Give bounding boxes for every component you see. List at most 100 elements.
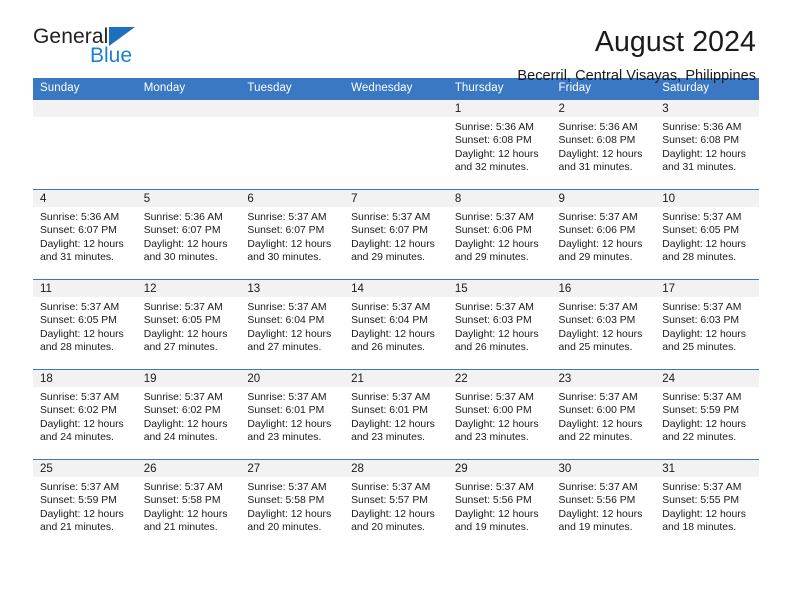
calendar-cell-day-1[interactable]: 1 Sunrise: 5:36 AM Sunset: 6:08 PM Daylight… xyxy=(447,99,552,190)
daylight-text-line1: Daylight: 12 hours xyxy=(143,328,228,340)
day-details: Sunrise: 5:37 AM Sunset: 6:05 PM Daylight:… xyxy=(33,297,137,355)
title-block: August 2024 Becerril, Central Visayas, P… xyxy=(517,26,759,84)
daylight-text-line2: and 29 minutes. xyxy=(351,252,426,264)
calendar-cell-day-30[interactable]: 30 Sunrise: 5:37 AM Sunset: 5:56 PM Dayligh… xyxy=(551,459,656,550)
daylight-text-line2: and 26 minutes. xyxy=(454,342,529,354)
day-number xyxy=(344,100,448,117)
calendar-cell-day-19[interactable]: 19 Sunrise: 5:37 AM Sunset: 6:02 PM Dayligh… xyxy=(136,369,241,460)
daylight-text-line1: Daylight: 12 hours xyxy=(662,508,746,520)
sunrise-text: Sunrise: 5:37 AM xyxy=(662,212,742,223)
day-number: 7 xyxy=(344,190,448,207)
weekday-header-monday: Monday xyxy=(136,78,241,100)
daylight-text-line2: and 28 minutes. xyxy=(662,252,737,264)
day-details: Sunrise: 5:37 AM Sunset: 6:03 PM Daylight:… xyxy=(655,297,759,355)
calendar-cell-day-6[interactable]: 6 Sunrise: 5:37 AM Sunset: 6:07 PM Daylight… xyxy=(240,189,345,280)
calendar-cell-day-9[interactable]: 9 Sunrise: 5:37 AM Sunset: 6:06 PM Daylight… xyxy=(551,189,656,280)
day-details: Sunrise: 5:37 AM Sunset: 5:55 PM Daylight:… xyxy=(655,477,759,535)
calendar-cell-day-20[interactable]: 20 Sunrise: 5:37 AM Sunset: 6:01 PM Dayligh… xyxy=(240,369,345,460)
calendar-cell-day-27[interactable]: 27 Sunrise: 5:37 AM Sunset: 5:58 PM Dayligh… xyxy=(240,459,345,550)
day-number xyxy=(240,100,345,117)
daylight-text-line2: and 22 minutes. xyxy=(558,432,633,444)
sunrise-text: Sunrise: 5:37 AM xyxy=(558,212,638,223)
calendar-cell-day-26[interactable]: 26 Sunrise: 5:37 AM Sunset: 5:58 PM Dayligh… xyxy=(136,459,241,550)
daylight-text-line1: Daylight: 12 hours xyxy=(558,418,643,430)
day-number xyxy=(136,100,241,117)
day-details: Sunrise: 5:37 AM Sunset: 6:05 PM Daylight:… xyxy=(655,207,759,265)
calendar-week-row: 11 Sunrise: 5:37 AM Sunset: 6:05 PM Dayligh… xyxy=(33,279,759,370)
day-number: 14 xyxy=(344,280,448,297)
day-number: 5 xyxy=(136,190,241,207)
calendar-cell-day-28[interactable]: 28 Sunrise: 5:37 AM Sunset: 5:57 PM Dayligh… xyxy=(344,459,448,550)
calendar-cell-day-3[interactable]: 3 Sunrise: 5:36 AM Sunset: 6:08 PM Daylight… xyxy=(655,99,759,190)
calendar-cell-day-10[interactable]: 10 Sunrise: 5:37 AM Sunset: 6:05 PM Dayligh… xyxy=(655,189,759,280)
daylight-text-line2: and 30 minutes. xyxy=(143,252,218,264)
calendar-cell-day-4[interactable]: 4 Sunrise: 5:36 AM Sunset: 6:07 PM Daylight… xyxy=(33,189,137,280)
calendar-cell-day-29[interactable]: 29 Sunrise: 5:37 AM Sunset: 5:56 PM Dayligh… xyxy=(447,459,552,550)
sunrise-text: Sunrise: 5:37 AM xyxy=(40,302,120,313)
day-number: 21 xyxy=(344,370,448,387)
sunrise-text: Sunrise: 5:37 AM xyxy=(143,482,223,493)
logo-blue-text: Blue xyxy=(90,44,133,67)
calendar-cell-day-14[interactable]: 14 Sunrise: 5:37 AM Sunset: 6:04 PM Dayligh… xyxy=(344,279,448,370)
day-number xyxy=(33,100,137,117)
day-number: 3 xyxy=(655,100,759,117)
day-details: Sunrise: 5:36 AM Sunset: 6:08 PM Daylight:… xyxy=(552,117,656,175)
daylight-text-line2: and 28 minutes. xyxy=(40,342,114,354)
calendar-cell-day-22[interactable]: 22 Sunrise: 5:37 AM Sunset: 6:00 PM Dayligh… xyxy=(447,369,552,460)
daylight-text-line1: Daylight: 12 hours xyxy=(454,418,539,430)
calendar-cell-day-5[interactable]: 5 Sunrise: 5:36 AM Sunset: 6:07 PM Daylight… xyxy=(136,189,241,280)
day-details: Sunrise: 5:37 AM Sunset: 5:58 PM Daylight:… xyxy=(137,477,241,535)
day-number: 13 xyxy=(240,280,345,297)
calendar-cell-day-25[interactable]: 25 Sunrise: 5:37 AM Sunset: 5:59 PM Dayligh… xyxy=(33,459,137,550)
weekday-header-tuesday: Tuesday xyxy=(240,78,345,100)
weekday-header-sunday: Sunday xyxy=(33,78,137,100)
calendar-cell-day-17[interactable]: 17 Sunrise: 5:37 AM Sunset: 6:03 PM Dayligh… xyxy=(655,279,759,370)
daylight-text-line2: and 29 minutes. xyxy=(558,252,633,264)
daylight-text-line1: Daylight: 12 hours xyxy=(40,328,124,340)
daylight-text-line2: and 31 minutes. xyxy=(40,252,114,264)
calendar-week-row: 18 Sunrise: 5:37 AM Sunset: 6:02 PM Dayligh… xyxy=(33,369,759,460)
day-details: Sunrise: 5:37 AM Sunset: 6:05 PM Daylight:… xyxy=(137,297,241,355)
sunrise-text: Sunrise: 5:36 AM xyxy=(662,122,742,133)
calendar-cell-day-16[interactable]: 16 Sunrise: 5:37 AM Sunset: 6:03 PM Dayligh… xyxy=(551,279,656,370)
daylight-text-line1: Daylight: 12 hours xyxy=(351,238,435,250)
day-details: Sunrise: 5:37 AM Sunset: 5:56 PM Daylight:… xyxy=(448,477,552,535)
daylight-text-line1: Daylight: 12 hours xyxy=(143,508,228,520)
calendar-cell-day-15[interactable]: 15 Sunrise: 5:37 AM Sunset: 6:03 PM Dayligh… xyxy=(447,279,552,370)
sunset-text: Sunset: 6:04 PM xyxy=(247,315,325,327)
daylight-text-line1: Daylight: 12 hours xyxy=(143,418,228,430)
daylight-text-line2: and 19 minutes. xyxy=(558,522,633,534)
sunrise-text: Sunrise: 5:37 AM xyxy=(40,392,120,403)
calendar-cell-day-11[interactable]: 11 Sunrise: 5:37 AM Sunset: 6:05 PM Dayligh… xyxy=(33,279,137,370)
day-number: 23 xyxy=(551,370,656,387)
day-details: Sunrise: 5:37 AM Sunset: 6:06 PM Daylight:… xyxy=(448,207,552,265)
sunrise-text: Sunrise: 5:37 AM xyxy=(662,302,742,313)
sunset-text: Sunset: 6:06 PM xyxy=(454,225,532,237)
sunset-text: Sunset: 6:05 PM xyxy=(143,315,221,327)
sunrise-text: Sunrise: 5:37 AM xyxy=(558,482,638,493)
calendar-cell-day-13[interactable]: 13 Sunrise: 5:37 AM Sunset: 6:04 PM Dayligh… xyxy=(240,279,345,370)
daylight-text-line1: Daylight: 12 hours xyxy=(454,328,539,340)
calendar-cell-day-23[interactable]: 23 Sunrise: 5:37 AM Sunset: 6:00 PM Dayligh… xyxy=(551,369,656,460)
calendar-cell-day-8[interactable]: 8 Sunrise: 5:37 AM Sunset: 6:06 PM Daylight… xyxy=(447,189,552,280)
daylight-text-line2: and 20 minutes. xyxy=(247,522,322,534)
daylight-text-line1: Daylight: 12 hours xyxy=(40,508,124,520)
day-number: 6 xyxy=(240,190,345,207)
daylight-text-line1: Daylight: 12 hours xyxy=(454,508,539,520)
day-details: Sunrise: 5:36 AM Sunset: 6:08 PM Daylight:… xyxy=(448,117,552,175)
daylight-text-line2: and 18 minutes. xyxy=(662,522,737,534)
calendar-cell-day-18[interactable]: 18 Sunrise: 5:37 AM Sunset: 6:02 PM Dayligh… xyxy=(33,369,137,460)
calendar-cell-day-31[interactable]: 31 Sunrise: 5:37 AM Sunset: 5:55 PM Dayligh… xyxy=(655,459,759,550)
day-number: 24 xyxy=(655,370,759,387)
day-number: 1 xyxy=(447,100,552,117)
calendar-cell-day-24[interactable]: 24 Sunrise: 5:37 AM Sunset: 5:59 PM Dayligh… xyxy=(655,369,759,460)
daylight-text-line2: and 22 minutes. xyxy=(662,432,737,444)
calendar-cell-day-12[interactable]: 12 Sunrise: 5:37 AM Sunset: 6:05 PM Dayligh… xyxy=(136,279,241,370)
calendar-cell-day-21[interactable]: 21 Sunrise: 5:37 AM Sunset: 6:01 PM Dayligh… xyxy=(344,369,448,460)
day-number: 4 xyxy=(33,190,137,207)
day-number: 30 xyxy=(551,460,656,477)
day-details: Sunrise: 5:36 AM Sunset: 6:08 PM Daylight:… xyxy=(655,117,759,175)
calendar-cell-day-7[interactable]: 7 Sunrise: 5:37 AM Sunset: 6:07 PM Daylight… xyxy=(344,189,448,280)
general-blue-logo[interactable]: General Blue xyxy=(33,26,136,67)
calendar-cell-day-2[interactable]: 2 Sunrise: 5:36 AM Sunset: 6:08 PM Daylight… xyxy=(551,99,656,190)
